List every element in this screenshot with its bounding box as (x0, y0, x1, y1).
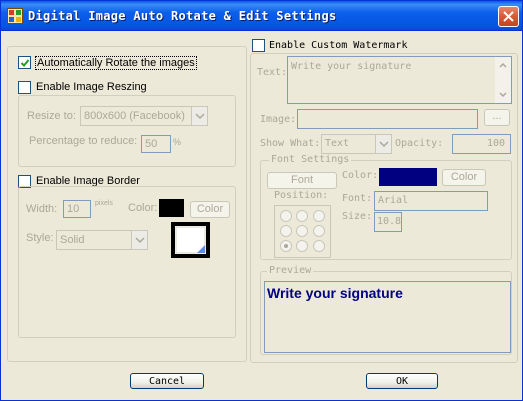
scroll-up-icon[interactable] (495, 59, 511, 71)
position-bottom-right[interactable] (313, 240, 325, 252)
position-top-left[interactable] (280, 210, 292, 222)
settings-window: Digital Image Auto Rotate & Edit Setting… (0, 0, 523, 401)
font-size-input[interactable]: 10.8 (374, 212, 402, 232)
font-name-label: Font: (342, 193, 373, 204)
position-label: Position: (274, 190, 329, 201)
resize-checkbox[interactable] (18, 81, 31, 94)
border-width-label: Width: (26, 203, 58, 215)
chevron-down-icon (379, 141, 389, 148)
show-what-select[interactable]: Text (321, 134, 392, 154)
position-top-center[interactable] (296, 210, 308, 222)
opacity-input[interactable]: 100 (452, 134, 511, 154)
percentage-label: Percentage to reduce: (29, 135, 138, 147)
position-middle-center[interactable] (296, 225, 308, 237)
percentage-value: 50 (145, 138, 158, 150)
image-path-input[interactable] (297, 109, 478, 129)
border-color-label: Color: (128, 202, 158, 214)
chevron-down-icon (195, 113, 205, 120)
border-style-value: Solid (60, 234, 85, 246)
percentage-input[interactable]: 50 (141, 135, 171, 153)
scroll-down-icon[interactable] (495, 89, 511, 101)
resize-label[interactable]: Enable Image Reszing (36, 81, 147, 93)
preview-area: Write your signature (264, 281, 511, 353)
text-scrollbar[interactable] (495, 57, 511, 103)
resize-to-value: 800x600 (Facebook) (84, 110, 185, 122)
font-settings-title: Font Settings (269, 154, 352, 165)
position-bottom-left[interactable] (280, 240, 292, 252)
show-what-label: Show What: (260, 138, 321, 149)
border-color-swatch (159, 199, 184, 217)
resize-to-select[interactable]: 800x600 (Facebook) (80, 106, 208, 126)
position-grid (274, 205, 331, 258)
position-bottom-center[interactable] (296, 240, 308, 252)
checkmark-icon (20, 59, 30, 67)
percentage-unit: % (173, 137, 182, 147)
border-width-unit: pixels (95, 200, 113, 207)
font-button-label: Font (290, 174, 313, 186)
resize-to-dropdown[interactable] (191, 107, 207, 125)
font-color-swatch (379, 168, 437, 186)
window-title: Digital Image Auto Rotate & Edit Setting… (28, 9, 337, 23)
font-color-button[interactable]: Color (442, 169, 486, 186)
ok-button-label: OK (395, 376, 409, 387)
font-name-value: Arial (378, 195, 409, 206)
preview-text: Write your signature (267, 285, 403, 301)
border-width-value: 10 (67, 203, 80, 215)
close-button[interactable] (498, 6, 519, 27)
font-size-value: 10.8 (377, 216, 402, 227)
position-top-right[interactable] (313, 210, 325, 222)
show-what-dropdown[interactable] (375, 135, 391, 153)
watermark-text-input[interactable]: Write your signature (287, 56, 512, 104)
show-what-value: Text (325, 138, 350, 149)
border-color-button[interactable]: Color (190, 201, 230, 218)
font-button[interactable]: Font (267, 172, 337, 189)
border-corner-icon (175, 226, 206, 254)
browse-button[interactable]: ... (484, 109, 510, 126)
auto-rotate-checkbox[interactable] (18, 56, 31, 69)
watermark-label[interactable]: Enable Custom Watermark (269, 40, 411, 51)
border-style-label: Style: (26, 232, 54, 244)
watermark-checkbox[interactable] (252, 39, 265, 52)
border-style-dropdown[interactable] (131, 231, 147, 249)
resize-to-label: Resize to: (27, 110, 76, 122)
image-label: Image: (260, 114, 297, 125)
auto-rotate-label[interactable]: Automatically Rotate the images (35, 56, 197, 70)
close-icon (503, 11, 514, 22)
font-name-input[interactable]: Arial (374, 191, 488, 211)
chevron-down-icon (135, 237, 145, 244)
text-label: Text: (257, 67, 288, 78)
cancel-button-label: Cancel (148, 376, 186, 387)
font-color-button-label: Color (450, 171, 478, 183)
font-color-label: Color: (342, 170, 379, 181)
border-preview (171, 222, 210, 258)
opacity-value: 100 (486, 138, 505, 149)
border-style-select[interactable]: Solid (56, 230, 148, 250)
opacity-label: Opacity: (395, 138, 444, 149)
position-middle-right[interactable] (313, 225, 325, 237)
ok-button[interactable]: OK (366, 373, 438, 389)
app-icon (7, 8, 23, 24)
preview-title: Preview (267, 265, 314, 276)
position-middle-left[interactable] (280, 225, 292, 237)
border-width-input[interactable]: 10 (63, 200, 91, 218)
font-size-label: Size: (342, 211, 373, 222)
watermark-text-placeholder: Write your signature (291, 61, 412, 72)
title-bar[interactable]: Digital Image Auto Rotate & Edit Setting… (1, 1, 522, 31)
cancel-button[interactable]: Cancel (130, 373, 204, 389)
